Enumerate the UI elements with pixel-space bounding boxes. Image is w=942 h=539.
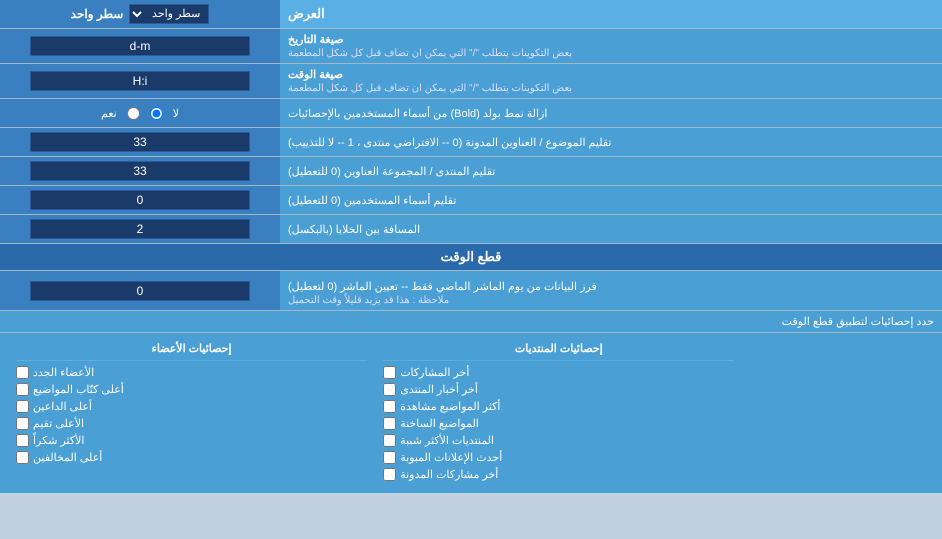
check-label: الأعضاء الجدد	[33, 366, 94, 379]
list-item: الأعلى تقيم	[16, 415, 367, 432]
check-akthr-shokran[interactable]	[16, 434, 29, 447]
check-label: أكثر المواضيع مشاهدة	[400, 400, 500, 413]
check-label: أعلى الداعين	[33, 400, 92, 413]
col2-header: إحصائيات الأعضاء	[16, 339, 367, 361]
check-a3la-kottab[interactable]	[16, 383, 29, 396]
forum-order-label: تقليم المنتدى / المجموعة العناوين (0 للت…	[288, 165, 495, 178]
bold-remove-label: ازالة نمط بولد (Bold) من أسماء المستخدمي…	[288, 107, 547, 120]
section-title: العرض	[280, 0, 942, 28]
check-label: الأكثر شكراً	[33, 434, 84, 447]
display-select-label: سطر واحد	[71, 7, 124, 21]
time-format-input[interactable]	[30, 71, 250, 91]
usernames-order-label: تقليم أسماء المستخدمين (0 للتعطيل)	[288, 194, 456, 207]
cutoff-days-input[interactable]	[30, 281, 250, 301]
list-item: أخر مشاركات المدونة	[383, 466, 734, 483]
check-label: المنتديات الأكثر شببة	[400, 434, 494, 447]
list-item: أعلى كتّاب المواضيع	[16, 381, 367, 398]
list-item: المنتديات الأكثر شببة	[383, 432, 734, 449]
member-stats-col: إحصائيات الأعضاء الأعضاء الجدد أعلى كتّا…	[8, 337, 375, 485]
usernames-order-input[interactable]	[30, 190, 250, 210]
check-label: أعلى كتّاب المواضيع	[33, 383, 124, 396]
list-item: المواضيع الساخنة	[383, 415, 734, 432]
bold-yes-radio[interactable]	[127, 107, 140, 120]
check-a3la-taqyeem[interactable]	[16, 417, 29, 430]
col1-header: إحصائيات المنتديات	[383, 339, 734, 361]
list-item: الأكثر شكراً	[16, 432, 367, 449]
check-a3la-mokhalf[interactable]	[16, 451, 29, 464]
cell-spacing-label: المسافة بين الخلايا (بالبكسل)	[288, 223, 420, 236]
check-label: المواضيع الساخنة	[400, 417, 479, 430]
topics-order-input[interactable]	[30, 132, 250, 152]
forum-order-input[interactable]	[30, 161, 250, 181]
bold-no-label: لا	[173, 107, 179, 120]
display-select[interactable]: سطر واحدسطرانثلاثة أسطر	[129, 4, 209, 24]
time-format-sublabel: بعض التكوينات يتطلب "/" التي يمكن ان تضا…	[288, 83, 572, 94]
check-ahath-i3lanat[interactable]	[383, 451, 396, 464]
cell-spacing-input[interactable]	[30, 219, 250, 239]
topics-order-label: تقليم الموضوع / العناوين المدونة (0 -- ا…	[288, 136, 611, 149]
check-label: أخر المشاركات	[400, 366, 469, 379]
date-format-input[interactable]	[30, 36, 250, 56]
cutoff-section-header: قطع الوقت	[0, 244, 942, 271]
forum-stats-col: إحصائيات المنتديات أخر المشاركات أخر أخب…	[375, 337, 742, 485]
list-item: أكثر المواضيع مشاهدة	[383, 398, 734, 415]
check-label: أحدث الإعلانات المبوبة	[400, 451, 502, 464]
list-item: أعلى المخالفين	[16, 449, 367, 466]
bold-yes-label: نعم	[101, 107, 117, 120]
check-akhr-msharkaat[interactable]	[383, 366, 396, 379]
check-montadayat-akthr[interactable]	[383, 434, 396, 447]
list-item: أخر أخبار المنتدى	[383, 381, 734, 398]
bold-no-radio[interactable]	[150, 107, 163, 120]
list-item: أخر المشاركات	[383, 364, 734, 381]
check-akhir-msharkaat-madwana[interactable]	[383, 468, 396, 481]
time-format-label: صيغة الوقت	[288, 68, 343, 81]
check-label: أعلى المخالفين	[33, 451, 102, 464]
cutoff-days-label: فرز البيانات من يوم الماشر الماضي فقط --…	[288, 280, 597, 293]
check-a3la-daeen[interactable]	[16, 400, 29, 413]
list-item: أعلى الداعين	[16, 398, 367, 415]
cutoff-days-sublabel: ملاحظة : هذا قد يزيد قليلاً وقت التحميل	[288, 295, 449, 306]
date-format-sublabel: بعض التكوينات يتطلب "/" التي يمكن ان تضا…	[288, 48, 572, 59]
check-label: الأعلى تقيم	[33, 417, 84, 430]
list-item: أحدث الإعلانات المبوبة	[383, 449, 734, 466]
date-format-label: صيغة التاريخ	[288, 33, 343, 46]
check-mawadee3-sakhna[interactable]	[383, 417, 396, 430]
check-akthr-moshahada[interactable]	[383, 400, 396, 413]
check-akhbar-montada[interactable]	[383, 383, 396, 396]
stats-limit-label: حدد إحصائيات لتطبيق قطع الوقت	[8, 315, 934, 328]
check-a3daa-jodod[interactable]	[16, 366, 29, 379]
check-label: أخر مشاركات المدونة	[400, 468, 498, 481]
check-label: أخر أخبار المنتدى	[400, 383, 478, 396]
stats-limit-row: حدد إحصائيات لتطبيق قطع الوقت	[0, 311, 942, 333]
list-item: الأعضاء الجدد	[16, 364, 367, 381]
